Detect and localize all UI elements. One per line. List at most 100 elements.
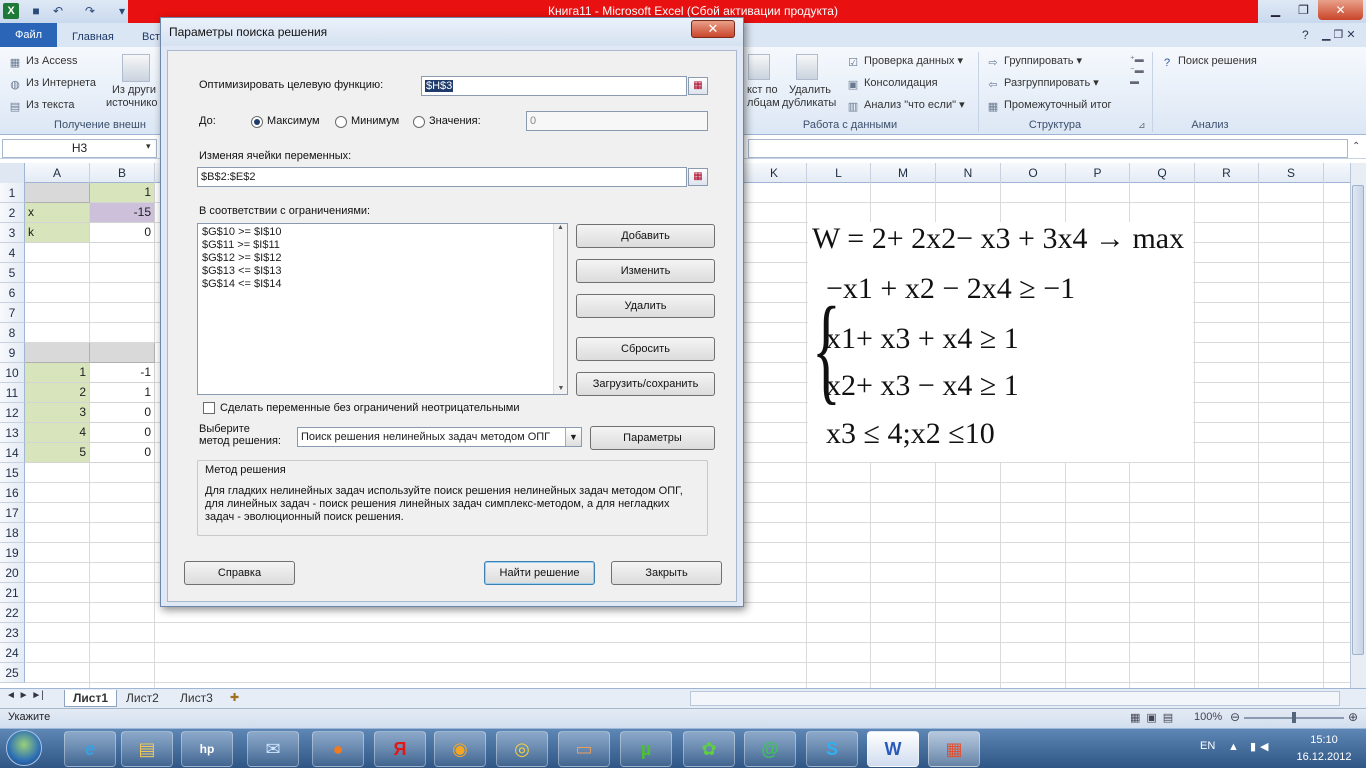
nonneg-checkbox[interactable] <box>203 402 215 414</box>
row-header-22[interactable]: 22 <box>0 603 25 623</box>
explorer-icon[interactable]: ▤ <box>121 731 173 767</box>
row-header-24[interactable]: 24 <box>0 643 25 663</box>
cell-a12[interactable]: 3 <box>25 403 90 423</box>
delete-button[interactable]: Удалить <box>576 294 715 318</box>
help-icon[interactable]: ? <box>1302 28 1309 42</box>
remove-duplicates-button[interactable]: Удалить <box>789 84 831 97</box>
row-header-16[interactable]: 16 <box>0 483 25 503</box>
solve-button[interactable]: Найти решение <box>484 561 595 585</box>
yandex-icon[interactable]: Я <box>374 731 426 767</box>
mail-agent-icon[interactable]: @ <box>744 731 796 767</box>
sheet-tab-1[interactable]: Лист1 <box>64 690 118 707</box>
row-header-8[interactable]: 8 <box>0 323 25 343</box>
sheet-tab-3[interactable]: Лист3 <box>172 690 221 707</box>
column-header-p[interactable]: P <box>1066 163 1130 183</box>
row-header-20[interactable]: 20 <box>0 563 25 583</box>
help-button[interactable]: Справка <box>184 561 295 585</box>
restore-icon[interactable]: ❐ <box>1290 0 1317 20</box>
vars-input[interactable]: $B$2:$E$2 <box>197 167 687 187</box>
sheet-nav-icons[interactable]: ◄ ► ►| <box>6 690 44 701</box>
value-input[interactable]: 0 <box>526 111 708 131</box>
row-header-3[interactable]: 3 <box>0 223 25 243</box>
cell-b3[interactable]: 0 <box>90 223 155 243</box>
constraint-item[interactable]: $G$12 >= $I$12 <box>202 252 563 265</box>
zoom-level[interactable]: 100% <box>1194 711 1222 723</box>
view-buttons-icon[interactable]: ▦▣▤ <box>1130 711 1179 724</box>
column-header-o[interactable]: O <box>1001 163 1066 183</box>
row-header-14[interactable]: 14 <box>0 443 25 463</box>
constraint-item[interactable]: $G$14 <= $I$14 <box>202 278 563 291</box>
consolidate-button[interactable]: ▣ Консолидация <box>846 74 938 92</box>
clock-date[interactable]: 16.12.2012 <box>1290 751 1358 763</box>
reset-button[interactable]: Сбросить <box>576 337 715 361</box>
ungroup-button[interactable]: ⇦ Разгруппировать ▾ <box>986 74 1098 92</box>
cell-b2[interactable]: -15 <box>90 203 155 223</box>
close-button[interactable]: Закрыть <box>611 561 722 585</box>
sheet-tab-2[interactable]: Лист2 <box>118 690 167 707</box>
cell-a13[interactable]: 4 <box>25 423 90 443</box>
row-header-6[interactable]: 6 <box>0 283 25 303</box>
column-header-s[interactable]: S <box>1259 163 1324 183</box>
row-header-18[interactable]: 18 <box>0 523 25 543</box>
cell-b12[interactable]: 0 <box>90 403 155 423</box>
row-header-12[interactable]: 12 <box>0 403 25 423</box>
column-header-n[interactable]: N <box>936 163 1001 183</box>
cell-b9[interactable] <box>90 343 155 363</box>
zoom-out-icon[interactable]: ⊖ <box>1230 710 1240 724</box>
solver-button[interactable]: ? Поиск решения <box>1160 52 1257 70</box>
method-dropdown-icon[interactable]: ▼ <box>565 428 581 446</box>
column-header-k[interactable]: K <box>742 163 807 183</box>
cell-b10[interactable]: -1 <box>90 363 155 383</box>
row-header-19[interactable]: 19 <box>0 543 25 563</box>
row-header-15[interactable]: 15 <box>0 463 25 483</box>
objective-ref-icon[interactable]: ▦ <box>688 77 708 95</box>
group-button[interactable]: ⇨ Группировать ▾ <box>986 52 1082 70</box>
row-header-25[interactable]: 25 <box>0 663 25 683</box>
tab-home[interactable]: Главная <box>62 27 124 47</box>
dialog-launcher-icon[interactable]: ⊿ <box>1138 120 1146 131</box>
vertical-scroll-thumb[interactable] <box>1352 185 1364 655</box>
from-text-button[interactable]: ▤ Из текста <box>8 96 75 114</box>
row-header-11[interactable]: 11 <box>0 383 25 403</box>
row-header-23[interactable]: 23 <box>0 623 25 643</box>
clock-time[interactable]: 15:10 <box>1296 734 1352 746</box>
row-header-2[interactable]: 2 <box>0 203 25 223</box>
tab-file[interactable]: Файл <box>0 23 57 47</box>
cell-a14[interactable]: 5 <box>25 443 90 463</box>
row-header-17[interactable]: 17 <box>0 503 25 523</box>
dialog-close-icon[interactable]: ✕ <box>691 20 735 38</box>
row-header-5[interactable]: 5 <box>0 263 25 283</box>
app-orange-icon[interactable]: ◉ <box>434 731 486 767</box>
constraint-item[interactable]: $G$13 <= $I$13 <box>202 265 563 278</box>
formula-input[interactable] <box>748 139 1348 158</box>
constraint-item[interactable]: $G$11 >= $I$11 <box>202 239 563 252</box>
expand-formula-icon[interactable]: ⌃ <box>1352 141 1360 152</box>
text-to-columns-button[interactable]: кст по <box>747 84 778 97</box>
zoom-slider-thumb[interactable] <box>1292 712 1296 723</box>
column-header-r[interactable]: R <box>1195 163 1259 183</box>
row-header-9[interactable]: 9 <box>0 343 25 363</box>
what-if-button[interactable]: ▥ Анализ "что если" ▾ <box>846 96 965 114</box>
cell-a2[interactable]: x <box>25 203 90 223</box>
icq-icon[interactable]: ✿ <box>683 731 735 767</box>
column-header-a[interactable]: A <box>25 163 90 183</box>
insert-sheet-icon[interactable]: ✚ <box>230 691 239 704</box>
word-icon[interactable]: W <box>867 731 919 767</box>
mail-icon[interactable]: ✉ <box>247 731 299 767</box>
language-indicator[interactable]: EN <box>1200 740 1215 752</box>
constraints-scrollbar[interactable]: ▲ ▼ <box>553 224 567 394</box>
column-header-l[interactable]: L <box>807 163 871 183</box>
row-header-13[interactable]: 13 <box>0 423 25 443</box>
cell-a1[interactable] <box>25 183 90 203</box>
start-button-icon[interactable] <box>6 730 42 766</box>
data-validation-button[interactable]: ☑ Проверка данных ▾ <box>846 52 963 70</box>
row-header-4[interactable]: 4 <box>0 243 25 263</box>
radio-value[interactable] <box>413 116 425 128</box>
horizontal-scrollbar[interactable] <box>690 691 1340 706</box>
row-header-7[interactable]: 7 <box>0 303 25 323</box>
radio-min[interactable] <box>335 116 347 128</box>
media-player-icon[interactable]: ◎ <box>496 731 548 767</box>
name-box[interactable]: H3 <box>2 139 157 158</box>
math-image[interactable]: W = 2+ 2x2− x3 + 3x4 → max { −x1 + x2 − … <box>808 222 1193 462</box>
save-icon[interactable]: ■ <box>28 3 44 19</box>
